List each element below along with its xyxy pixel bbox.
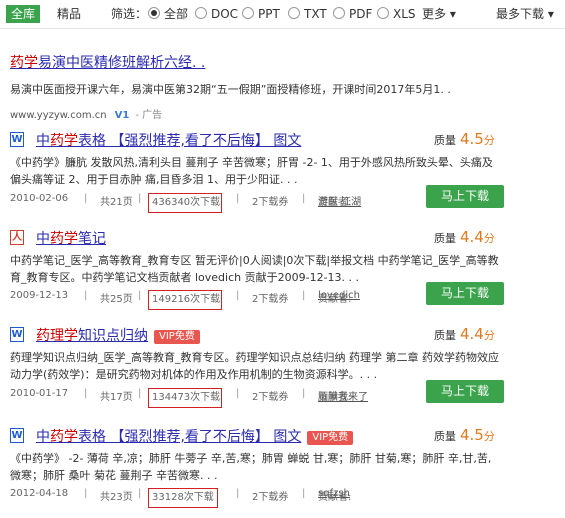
page-count: 共23页 — [100, 492, 133, 503]
page-count: 共25页 — [100, 294, 133, 305]
coupon-cost: 2下载券 — [252, 294, 289, 305]
divider: | — [84, 488, 88, 499]
upload-date: 2010-01-17 — [10, 388, 69, 399]
contributor: 贡献者: sqfzsh — [318, 488, 352, 503]
page-count: 共17页 — [100, 392, 133, 403]
divider: | — [84, 290, 88, 301]
ad-url[interactable]: www.yyzyw.com.cn — [10, 110, 107, 121]
divider: | — [84, 193, 88, 204]
ad-url-line: www.yyzyw.com.cn V1 - 广告 — [10, 106, 555, 121]
ad-description: 易演中医面授开课六年，易演中医第32期“五一假期”面授精修班，开课时间2017年… — [10, 83, 451, 96]
coupon-cost: 2下载券 — [252, 392, 289, 403]
filter-radio-doc[interactable]: DOC — [195, 5, 238, 23]
divider: | — [236, 488, 240, 499]
vip-free-badge: VIP免费 — [307, 431, 354, 445]
quality-score: 质量 4.4分 — [434, 228, 495, 246]
filter-radio-txt[interactable]: TXT — [288, 5, 327, 23]
word-doc-icon: W — [10, 327, 24, 342]
ad-label: - 广告 — [135, 110, 163, 121]
download-button[interactable]: 马上下载 — [426, 380, 504, 403]
result-title-link[interactable]: 中药学笔记 — [36, 228, 106, 248]
result-title-link[interactable]: 中药学表格 【强烈推荐,看了不后悔】 图文 — [36, 130, 301, 150]
divider: | — [236, 290, 240, 301]
upload-date: 2009-12-13 — [10, 290, 69, 301]
coupon-cost: 2下载券 — [252, 492, 289, 503]
more-filter-dropdown[interactable]: 更多 ▾ — [422, 5, 456, 23]
pdf-doc-icon: 人 — [10, 230, 24, 245]
filter-radio-xls[interactable]: XLS — [377, 5, 416, 23]
vip-free-badge: VIP免费 — [154, 330, 200, 344]
contributor: 贡献者: lovedich — [318, 290, 360, 305]
result-title-link[interactable]: 药理学知识点归纳 VIP免费 — [36, 325, 200, 345]
divider: | — [236, 193, 240, 204]
filter-radio-all[interactable]: 全部 — [148, 5, 188, 23]
result-title-link[interactable]: 中药学表格 【强烈推荐,看了不后悔】 图文 VIP免费 — [36, 426, 354, 446]
divider: | — [138, 290, 142, 301]
result-description: 《中药学》臁肮 发散风热,清利头目 蔓荆子 辛苦微寒；肝胃 -2- 1、用于外感… — [10, 156, 493, 186]
download-count: 149216次下载 — [152, 294, 221, 305]
result-description: 药理学知识点归纳_医学_高等教育_教育专区。药理学知识点总结归纳 药理学 第二章… — [10, 351, 499, 381]
page-count: 共21页 — [100, 197, 133, 208]
download-button[interactable]: 马上下载 — [426, 282, 504, 305]
word-doc-icon: W — [10, 428, 24, 443]
radio-icon — [242, 7, 254, 19]
radio-icon — [148, 7, 160, 19]
tab-quality[interactable]: 精品 — [52, 5, 86, 23]
quality-score: 质量 4.5分 — [434, 130, 495, 148]
filter-radio-ppt[interactable]: PPT — [242, 5, 280, 23]
radio-icon — [288, 7, 300, 19]
upload-date: 2012-04-18 — [10, 488, 69, 499]
ad-title-link[interactable]: 药学易演中医精修班解析六经. . — [10, 52, 555, 72]
divider: | — [138, 388, 142, 399]
quality-score: 质量 4.5分 — [434, 426, 495, 444]
result-description: 中药学笔记_医学_高等教育_教育专区 暂无评价|0人阅读|0次下载|举报文档 中… — [10, 254, 499, 284]
quality-score: 质量 4.4分 — [434, 325, 495, 343]
download-count: 436340次下载 — [152, 197, 221, 208]
filter-radio-pdf[interactable]: PDF — [333, 5, 372, 23]
contributor: 贡献者: 腼腆我来了 — [318, 392, 368, 403]
tab-all-library[interactable]: 全库 — [6, 5, 41, 23]
divider: | — [138, 193, 142, 204]
divider: | — [302, 193, 306, 204]
divider: | — [236, 388, 240, 399]
contributor: 贡献者: 游医 江湖 — [318, 197, 362, 208]
upload-date: 2010-02-06 — [10, 193, 69, 204]
word-doc-icon: W — [10, 132, 24, 147]
divider: | — [302, 388, 306, 399]
divider: | — [302, 290, 306, 301]
divider: | — [84, 388, 88, 399]
ad-result: 药学易演中医精修班解析六经. . 易演中医面授开课六年，易演中医第32期“五一假… — [10, 52, 555, 121]
divider: | — [302, 488, 306, 499]
radio-icon — [333, 7, 345, 19]
download-count: 134473次下载 — [152, 392, 221, 403]
coupon-cost: 2下载券 — [252, 197, 289, 208]
v1-badge-icon: V1 — [114, 110, 130, 121]
sort-dropdown[interactable]: 最多下载 ▾ — [496, 5, 554, 23]
download-button[interactable]: 马上下载 — [426, 185, 504, 208]
filter-label: 筛选： — [111, 7, 148, 21]
radio-icon — [377, 7, 389, 19]
result-description: 《中药学》 -2- 薄荷 辛,凉；肺肝 牛蒡子 辛,苦,寒；肺胃 蝉蜕 甘,寒；… — [10, 452, 492, 482]
divider: | — [138, 488, 142, 499]
radio-icon — [195, 7, 207, 19]
filter-bar: 全库 精品 筛选： 全部 DOC PPT TXT PDF XLS 更多 ▾ 最多… — [0, 0, 565, 29]
download-count: 33128次下载 — [152, 492, 214, 503]
